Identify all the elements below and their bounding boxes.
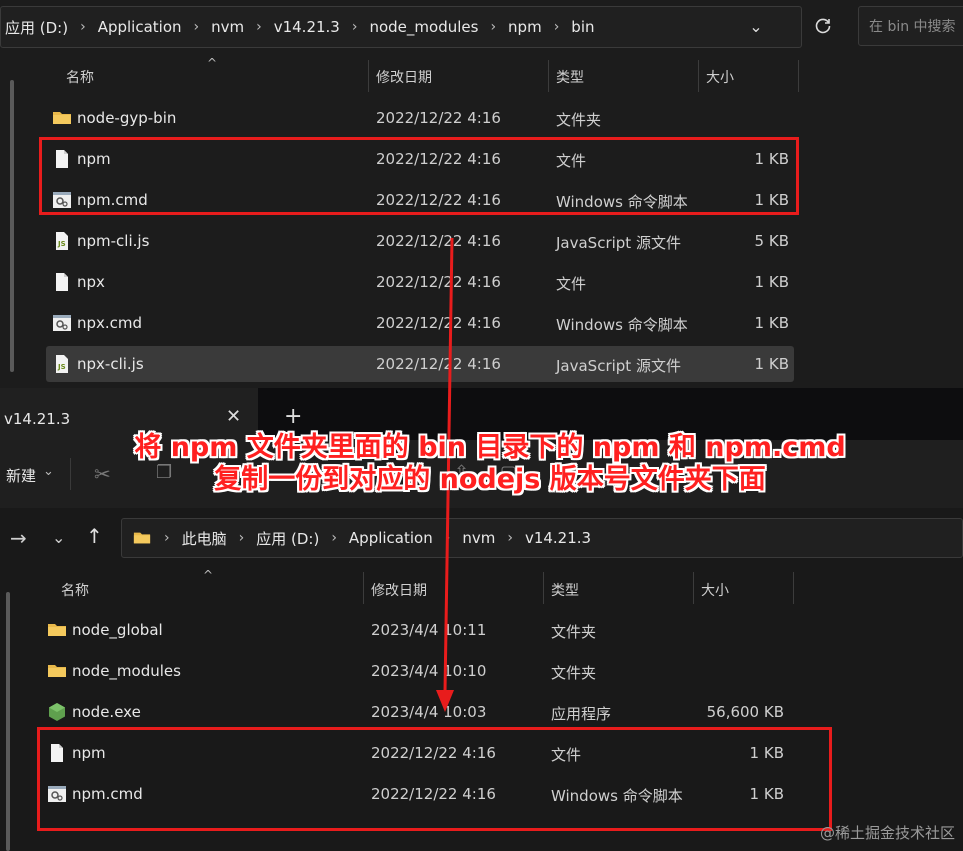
watermark: @稀土掘金技术社区 xyxy=(819,824,955,842)
arrow-annotation xyxy=(436,237,454,712)
annotation-line-1: 将 npm 文件夹里面的 bin 目录下的 npm 和 npm.cmd xyxy=(134,432,846,463)
annotation-line-2: 复制一份到对应的 nodejs 版本号文件夹下面 xyxy=(214,464,766,495)
